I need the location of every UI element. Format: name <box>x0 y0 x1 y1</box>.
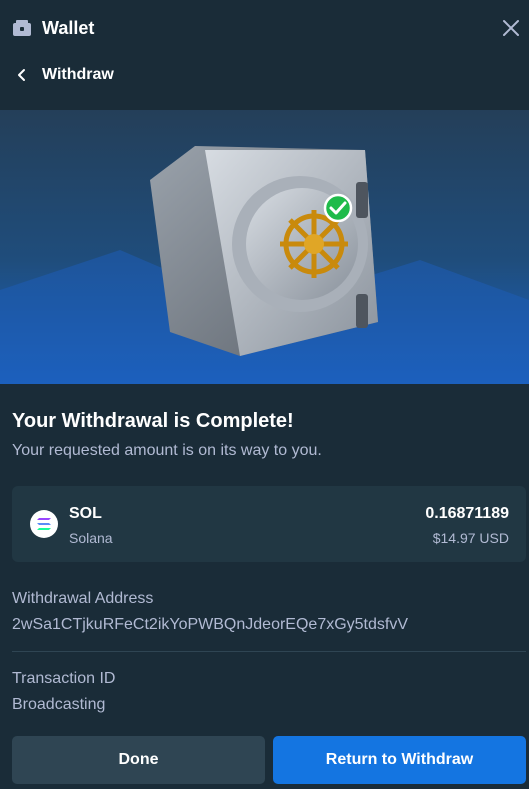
divider <box>12 651 526 652</box>
asset-name: Solana <box>69 530 113 546</box>
hero-banner <box>0 110 529 384</box>
close-icon[interactable] <box>499 16 523 40</box>
status-subtitle: Your requested amount is on its way to y… <box>12 442 322 459</box>
asset-usd-value: $14.97 USD <box>432 530 509 546</box>
asset-card: SOL Solana 0.16871189 $14.97 USD <box>12 486 526 562</box>
wallet-icon <box>12 18 32 38</box>
asset-amount: 0.16871189 <box>425 505 509 522</box>
chevron-left-icon[interactable] <box>14 67 30 83</box>
subheader-title: Withdraw <box>42 66 114 83</box>
status-title: Your Withdrawal is Complete! <box>12 410 294 432</box>
solana-icon <box>30 510 58 538</box>
withdrawal-address-value: 2wSa1CTjkuRFeCt2ikYoPWBQnJdeorEQe7xGy5td… <box>12 616 409 633</box>
vault-illustration <box>0 146 529 384</box>
back-to-withdraw[interactable]: Withdraw <box>0 56 529 94</box>
done-button[interactable]: Done <box>12 736 265 784</box>
transaction-id-value: Broadcasting <box>12 696 106 713</box>
withdrawal-address-label: Withdrawal Address <box>12 590 154 607</box>
header-title: Wallet <box>42 17 95 38</box>
return-to-withdraw-button[interactable]: Return to Withdraw <box>273 736 526 784</box>
asset-symbol: SOL <box>69 505 102 522</box>
transaction-id-label: Transaction ID <box>12 670 116 687</box>
header: Wallet <box>0 0 529 56</box>
